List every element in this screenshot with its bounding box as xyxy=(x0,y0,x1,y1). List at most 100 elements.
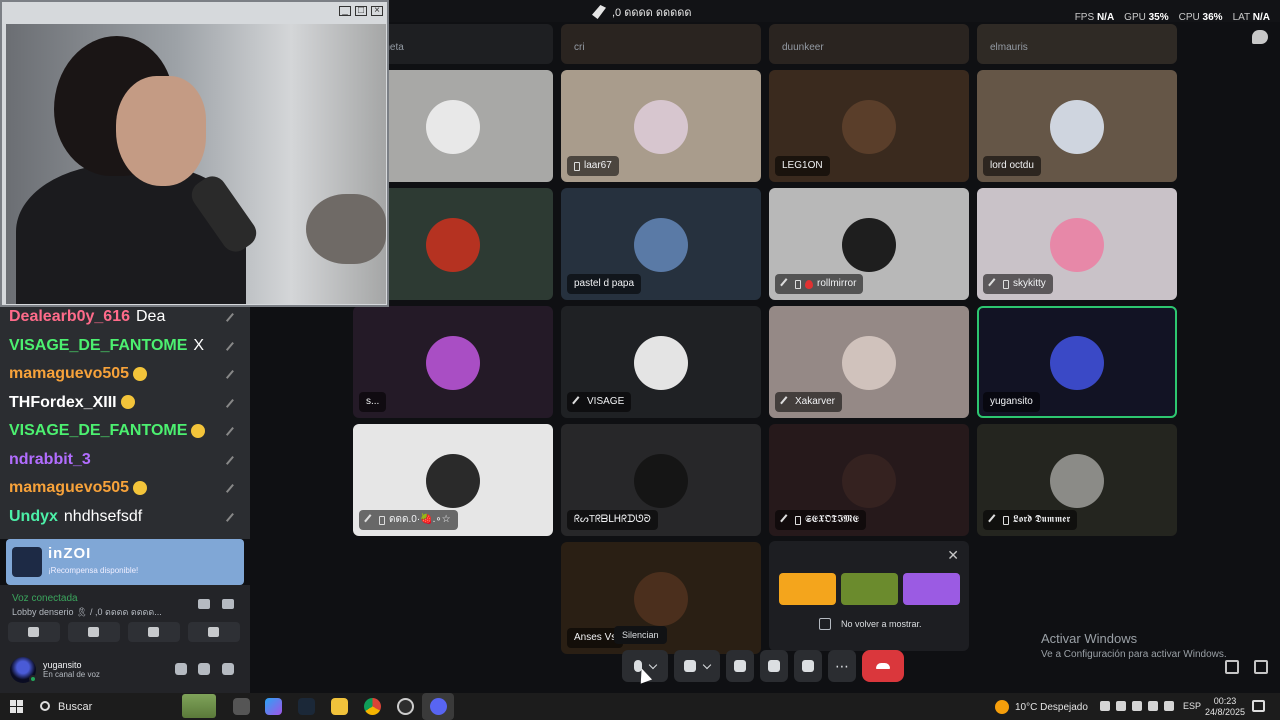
activities-button[interactable] xyxy=(760,650,788,682)
dont-show-checkbox[interactable]: No volver a mostrar. xyxy=(819,618,922,630)
game-suggestion-popup: ✕ No volver a mostrar. xyxy=(769,541,969,651)
participant-tile[interactable]: cri xyxy=(561,24,761,64)
notifications-icon[interactable] xyxy=(1252,700,1265,712)
chat-bubble-icon[interactable] xyxy=(1252,30,1268,44)
disconnect-button[interactable] xyxy=(862,650,904,682)
participant-tile[interactable]: VISAGE xyxy=(561,306,761,418)
participant-tile[interactable]: 𝕷𝖔𝖗𝖉 𝕯𝖚𝖒𝖒𝖊𝖗 xyxy=(977,424,1177,536)
task-view-icon[interactable] xyxy=(233,698,250,715)
game-card[interactable] xyxy=(903,573,960,605)
participant-name: laar67 xyxy=(584,160,612,171)
more-button[interactable]: ⋯ xyxy=(828,650,856,682)
emoji-icon xyxy=(191,423,206,438)
activities-button[interactable] xyxy=(128,622,180,642)
participant-tile[interactable]: LEG1ON xyxy=(769,70,969,182)
chevron-down-icon[interactable] xyxy=(702,660,712,669)
file-explorer-icon[interactable] xyxy=(331,698,348,715)
close-icon[interactable]: ✕ xyxy=(947,547,959,564)
participant-avatar xyxy=(1050,336,1104,390)
tray-mic-icon[interactable] xyxy=(1132,701,1142,711)
participant-tile[interactable]: lord octdu xyxy=(977,70,1177,182)
chat-username: ndrabbit_3 xyxy=(9,450,91,468)
webcam-window-controls: _ □ × xyxy=(339,6,383,16)
user-name[interactable]: yugansito xyxy=(43,660,82,670)
game-card[interactable] xyxy=(779,573,836,605)
microphone-icon[interactable] xyxy=(175,663,187,675)
voice-channel[interactable]: Lobby denserio 🎗 / ,0 ดดดด ดดดด... xyxy=(12,605,192,619)
fullscreen-icon[interactable] xyxy=(1254,660,1268,674)
participant-tile[interactable]: 𝕾𝕰𝖃𝕺𝕿𝕴𝕸𝕰 xyxy=(769,424,969,536)
participant-tile[interactable]: elmauris xyxy=(977,24,1177,64)
participant-label: 𝕾𝕰𝖃𝕺𝕿𝕴𝕸𝕰 xyxy=(775,510,867,530)
activate-title: Activar Windows xyxy=(1041,631,1138,646)
camera-button[interactable] xyxy=(674,650,720,682)
participant-avatar xyxy=(842,218,896,272)
chevron-down-icon[interactable] xyxy=(648,660,658,669)
tray-chevron-icon[interactable] xyxy=(1100,701,1110,711)
share-screen-button[interactable] xyxy=(68,622,120,642)
minimize-icon[interactable]: _ xyxy=(339,6,351,16)
close-icon[interactable]: × xyxy=(371,6,383,16)
soundboard-button[interactable] xyxy=(188,622,240,642)
participant-tile[interactable]: ดดด.0·🍓.∘☆ xyxy=(353,424,553,536)
game-card[interactable] xyxy=(841,573,898,605)
obs-icon[interactable] xyxy=(397,698,414,715)
share-screen-button[interactable] xyxy=(726,650,754,682)
participant-name: 𝕷𝖔𝖗𝖉 𝕯𝖚𝖒𝖒𝖊𝖗 xyxy=(1013,514,1071,525)
lat-stat: LAT N/A xyxy=(1232,12,1270,23)
mic-off-icon xyxy=(988,513,1001,527)
mute-tooltip: Silencian xyxy=(614,626,667,644)
phone-icon xyxy=(1003,279,1009,289)
clock[interactable]: 00:23 24/8/2025 xyxy=(1205,696,1245,718)
phone-icon xyxy=(795,515,801,525)
disconnect-icon[interactable] xyxy=(222,599,234,609)
chat-username: mamaguevo505 xyxy=(9,365,130,382)
tray-app-icon[interactable] xyxy=(1116,701,1126,711)
mic-off-icon xyxy=(572,395,585,409)
search-placeholder: Buscar xyxy=(58,701,93,713)
clock-time: 00:23 xyxy=(1213,696,1237,706)
signal-icon[interactable] xyxy=(198,599,210,609)
popout-icon[interactable] xyxy=(1225,660,1239,674)
search-highlight-image xyxy=(182,694,216,718)
gamepad-icon xyxy=(148,627,159,637)
game-banner[interactable]: inZOI ¡Recompensa disponible! xyxy=(6,539,244,585)
taskbar-search[interactable]: Buscar xyxy=(32,693,222,720)
participant-tile[interactable]: skykitty xyxy=(977,188,1177,300)
copilot-icon[interactable] xyxy=(265,698,282,715)
steam-icon[interactable] xyxy=(298,698,315,715)
chrome-icon[interactable] xyxy=(364,698,381,715)
chat-username: VISAGE_DE_FANTOME xyxy=(9,422,188,439)
participant-tile[interactable]: laar67 xyxy=(561,70,761,182)
phone-icon xyxy=(795,279,801,289)
headphones-icon[interactable] xyxy=(198,663,210,675)
language-indicator[interactable]: ESP xyxy=(1183,701,1201,711)
camera-off-button[interactable] xyxy=(8,622,60,642)
mic-off-icon xyxy=(780,277,793,291)
weather-widget[interactable]: 10°C Despejado xyxy=(995,700,1088,714)
discord-icon[interactable] xyxy=(430,698,447,715)
emoji-icon xyxy=(120,395,135,410)
participant-tile[interactable]: yugansito xyxy=(977,306,1177,418)
network-icon[interactable] xyxy=(1148,701,1158,711)
participant-label: lord octdu xyxy=(983,156,1041,176)
participant-label: pastel d papa xyxy=(567,274,642,294)
participant-tile[interactable]: Xakarver xyxy=(769,306,969,418)
participant-tile[interactable]: s... xyxy=(353,306,553,418)
maximize-icon[interactable]: □ xyxy=(355,6,367,16)
gear-icon[interactable] xyxy=(222,663,234,675)
participant-tile[interactable]: ᖇᔕTᖇᗷᒪᕼᖇᗪᘎᘐ xyxy=(561,424,761,536)
participant-tile[interactable]: rollmirror xyxy=(769,188,969,300)
participant-tile[interactable]: pastel d papa xyxy=(561,188,761,300)
soundboard-button[interactable] xyxy=(794,650,822,682)
more-icon: ⋯ xyxy=(835,657,849,674)
participant-tile[interactable]: duunkeer xyxy=(769,24,969,64)
windows-start-icon[interactable] xyxy=(10,700,23,713)
checkbox-icon[interactable] xyxy=(819,618,831,630)
participant-name: pastel d papa xyxy=(574,278,635,289)
performance-stats: FPS N/A GPU 35% CPU 36% LAT N/A xyxy=(1075,12,1270,23)
volume-icon[interactable] xyxy=(1164,701,1174,711)
phone-icon xyxy=(574,161,580,171)
clock-date: 24/8/2025 xyxy=(1205,707,1246,717)
chat-text: Dea xyxy=(135,308,166,325)
